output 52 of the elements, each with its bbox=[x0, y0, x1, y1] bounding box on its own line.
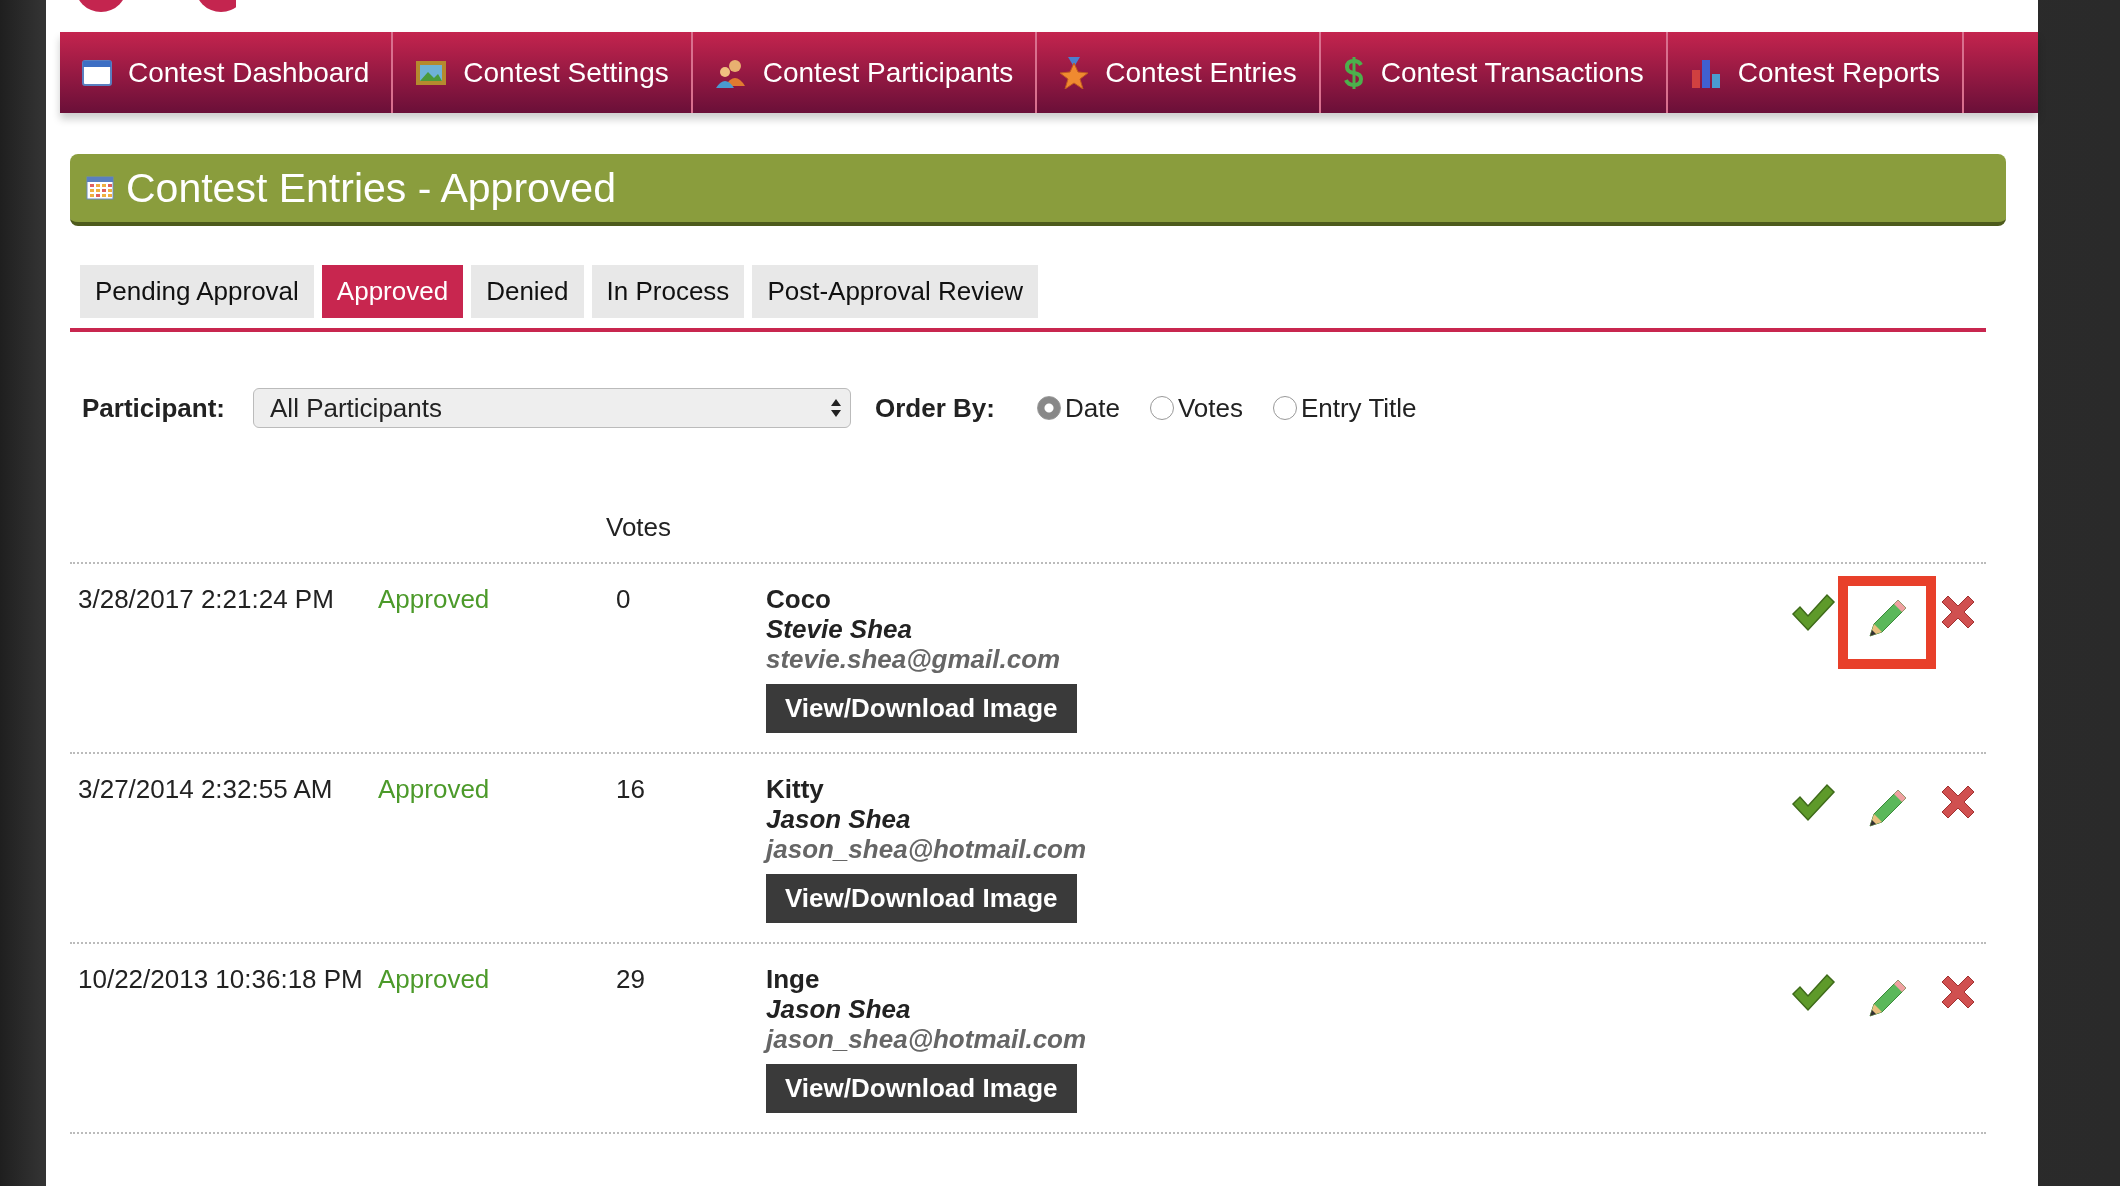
bar-chart-icon bbox=[1689, 57, 1722, 88]
calendar-icon bbox=[86, 176, 114, 200]
date-cell-text: 3/27/2014 2:32:55 AM bbox=[77, 774, 334, 806]
tab[interactable]: In Process bbox=[591, 265, 745, 318]
status-cell-text: Approved bbox=[378, 774, 491, 806]
date-cell-text: 3/28/2017 2:21:24 PM bbox=[77, 584, 335, 616]
dollar-icon bbox=[1342, 56, 1365, 89]
approve-checkmark-icon[interactable] bbox=[1790, 972, 1836, 1012]
votes-cell-text: 29 bbox=[615, 964, 646, 996]
status-cell-text: Approved bbox=[378, 584, 491, 616]
participant-select[interactable]: All Participants bbox=[253, 388, 852, 428]
status-cell-text: Approved bbox=[378, 964, 491, 996]
votes-cell-text: 0 bbox=[615, 584, 632, 616]
entry-title: Kitty bbox=[766, 774, 824, 804]
nav-item[interactable]: Contest Participants bbox=[692, 32, 1038, 113]
window-icon bbox=[82, 59, 112, 86]
star-medal-icon bbox=[1059, 56, 1090, 89]
participant-name: Jason Shea bbox=[766, 804, 911, 834]
radio-button[interactable] bbox=[1036, 396, 1061, 420]
nav-item[interactable]: Contest Settings bbox=[393, 32, 693, 113]
view-download-button[interactable]: View/Download Image bbox=[766, 684, 1077, 733]
up-down-arrows-icon bbox=[830, 397, 843, 419]
participant-name: Stevie Shea bbox=[766, 614, 912, 644]
nav-item[interactable]: Contest Dashboard bbox=[60, 32, 394, 113]
radio-button[interactable] bbox=[1272, 396, 1297, 420]
people-icon bbox=[714, 57, 747, 88]
tab[interactable]: Post-Approval Review bbox=[752, 265, 1039, 318]
participant-name: Jason Shea bbox=[766, 994, 911, 1024]
tab[interactable]: Approved bbox=[321, 265, 464, 318]
nav-item[interactable]: Contest Transactions bbox=[1320, 32, 1668, 113]
radio-option[interactable]: Date bbox=[1036, 392, 1120, 424]
view-download-button[interactable]: View/Download Image bbox=[766, 874, 1077, 923]
nav-item[interactable]: Contest Entries bbox=[1037, 32, 1321, 113]
view-download-button[interactable]: View/Download Image bbox=[766, 1064, 1077, 1113]
picture-icon bbox=[415, 59, 448, 86]
date-cell-text: 10/22/2013 10:36:18 PM bbox=[77, 964, 364, 996]
order-by-label: Order By: bbox=[875, 392, 995, 424]
approve-checkmark-icon[interactable] bbox=[1790, 592, 1836, 632]
radio-option[interactable]: Entry Title bbox=[1272, 392, 1417, 424]
entry-title: Coco bbox=[766, 584, 831, 614]
nav-item[interactable]: Contest Reports bbox=[1667, 32, 1965, 113]
column-header: Votes bbox=[606, 512, 672, 542]
radio-option[interactable]: Votes bbox=[1149, 392, 1243, 424]
page-title: Contest Entries - Approved bbox=[126, 164, 616, 212]
votes-cell-text: 16 bbox=[615, 774, 646, 806]
entry-title: Inge bbox=[766, 964, 820, 994]
radio-button[interactable] bbox=[1149, 396, 1174, 420]
tab[interactable]: Denied bbox=[471, 265, 584, 318]
tab[interactable]: Pending Approval bbox=[80, 265, 314, 318]
participant-label: Participant: bbox=[82, 392, 226, 424]
approve-checkmark-icon[interactable] bbox=[1790, 782, 1836, 822]
participant-email: stevie.shea@gmail.com bbox=[766, 644, 1061, 674]
